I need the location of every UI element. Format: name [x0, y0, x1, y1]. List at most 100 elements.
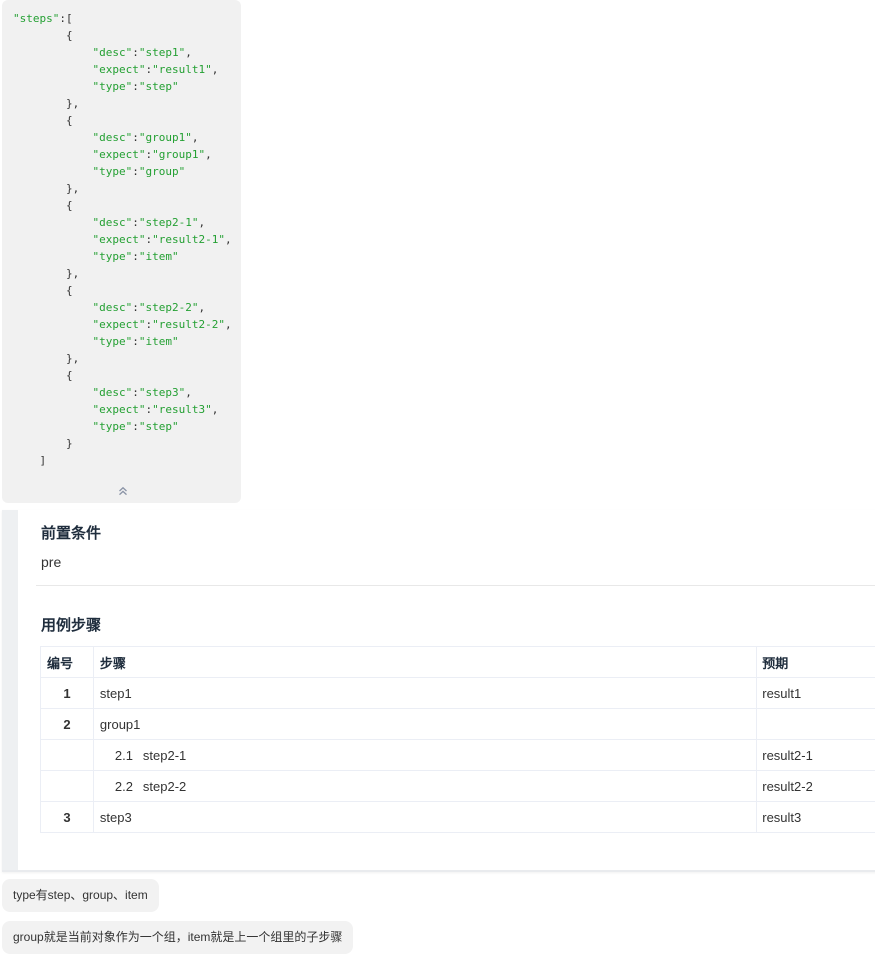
step-desc: step2-2: [142, 778, 187, 794]
code-token: ,: [198, 216, 206, 229]
step-expect: result2-2: [756, 770, 875, 802]
collapse-code-button[interactable]: [114, 483, 132, 499]
code-string-token: "step2-2": [138, 301, 199, 314]
code-string-token: "expect": [92, 63, 146, 76]
substep-number: 2.1: [114, 747, 133, 763]
code-string-token: "expect": [92, 318, 146, 331]
code-token: :: [132, 335, 139, 348]
code-token: ,: [198, 301, 206, 314]
step-desc: step3: [92, 801, 758, 833]
code-string-token: "desc": [92, 301, 133, 314]
code-token: ,: [191, 131, 199, 144]
code-token: ,: [224, 233, 232, 246]
precondition-text: pre: [41, 554, 62, 570]
chat-message: type有step、group、item: [2, 879, 159, 912]
code-token: :: [132, 386, 139, 399]
table-row: 1 step1 result1: [40, 677, 875, 709]
code-string-token: "result2-2": [152, 318, 225, 331]
code-token: :: [132, 250, 139, 263]
header-step: 步骤: [92, 646, 758, 678]
code-token: ,: [224, 318, 232, 331]
code-token: },: [13, 352, 80, 365]
step-expect: [756, 708, 875, 740]
code-string-token: "result3": [152, 403, 212, 416]
substep-number: 2.2: [114, 778, 133, 794]
code-string-token: "result2-1": [152, 233, 225, 246]
code-token: }: [13, 437, 73, 450]
code-token: ,: [185, 386, 192, 399]
code-string-token: "desc": [92, 131, 133, 144]
code-string-token: "step3": [138, 386, 186, 399]
steps-table: 编号 步骤 预期 1 step1 result1 2 group1 2.1 step2-1 r…: [40, 646, 875, 833]
code-token: ]: [13, 454, 47, 467]
card-bottom-edge: [2, 870, 875, 872]
step-number: 2: [40, 708, 94, 740]
code-token: :: [132, 165, 139, 178]
code-string-token: "item": [138, 250, 179, 263]
code-string-token: "type": [92, 420, 133, 433]
step-expect: result3: [756, 801, 875, 833]
code-string-token: "step2-1": [138, 216, 199, 229]
code-token: {: [13, 369, 73, 382]
code-token: ,: [205, 148, 212, 161]
code-token: {: [13, 284, 73, 297]
precondition-title: 前置条件: [41, 525, 102, 542]
code-token: ,: [211, 63, 219, 76]
test-case-card: 前置条件 pre 用例步骤 编号 步骤 预期 1 step1 result1 2 gro…: [2, 510, 875, 872]
code-string-token: "group1": [138, 131, 192, 144]
table-row: 2 group1: [40, 708, 875, 740]
code-token: :[: [59, 12, 73, 25]
section-divider: [36, 585, 875, 586]
double-chevron-up-icon: [119, 486, 127, 496]
step-cell: 2.2 step2-2: [92, 770, 758, 802]
code-token: {: [13, 114, 73, 127]
step-expect: result2-1: [756, 739, 875, 771]
code-string-token: "desc": [92, 46, 133, 59]
code-token: :: [132, 216, 139, 229]
step-desc: step2-1: [142, 747, 187, 763]
code-string-token: "type": [92, 250, 133, 263]
code-string-token: "steps": [13, 12, 60, 25]
header-expect: 预期: [756, 646, 875, 678]
code-token: :: [132, 80, 139, 93]
table-header-row: 编号 步骤 预期: [40, 646, 875, 678]
code-token: :: [132, 131, 139, 144]
table-row-substep: 2.1 step2-1 result2-1: [40, 739, 875, 771]
code-string-token: "desc": [92, 386, 133, 399]
code-token: {: [13, 29, 73, 42]
code-string-token: "expect": [92, 233, 146, 246]
code-string-token: "step": [138, 420, 179, 433]
code-string-token: "group1": [152, 148, 206, 161]
step-number: 3: [40, 801, 94, 833]
step-number-cell: [40, 739, 94, 771]
header-num: 编号: [40, 646, 94, 678]
code-string-token: "item": [138, 335, 179, 348]
code-block: "steps":[ { "desc": "step1", "expect": "re…: [2, 0, 241, 503]
code-string-token: "expect": [92, 148, 146, 161]
chat-message: group就是当前对象作为一个组，item就是上一个组里的子步骤: [2, 921, 354, 954]
code-token: },: [13, 267, 80, 280]
code-string-token: "group": [138, 165, 186, 178]
code-content: "steps":[ { "desc": "step1", "expect": "re…: [13, 10, 232, 469]
code-string-token: "step1": [138, 46, 186, 59]
code-string-token: "step": [138, 80, 179, 93]
step-desc: step1: [92, 677, 758, 709]
code-token: },: [13, 182, 80, 195]
table-row-substep: 2.2 step2-2 result2-2: [40, 770, 875, 802]
steps-title: 用例步骤: [41, 617, 102, 634]
step-cell: 2.1 step2-1: [92, 739, 758, 771]
step-desc: group1: [92, 708, 758, 740]
